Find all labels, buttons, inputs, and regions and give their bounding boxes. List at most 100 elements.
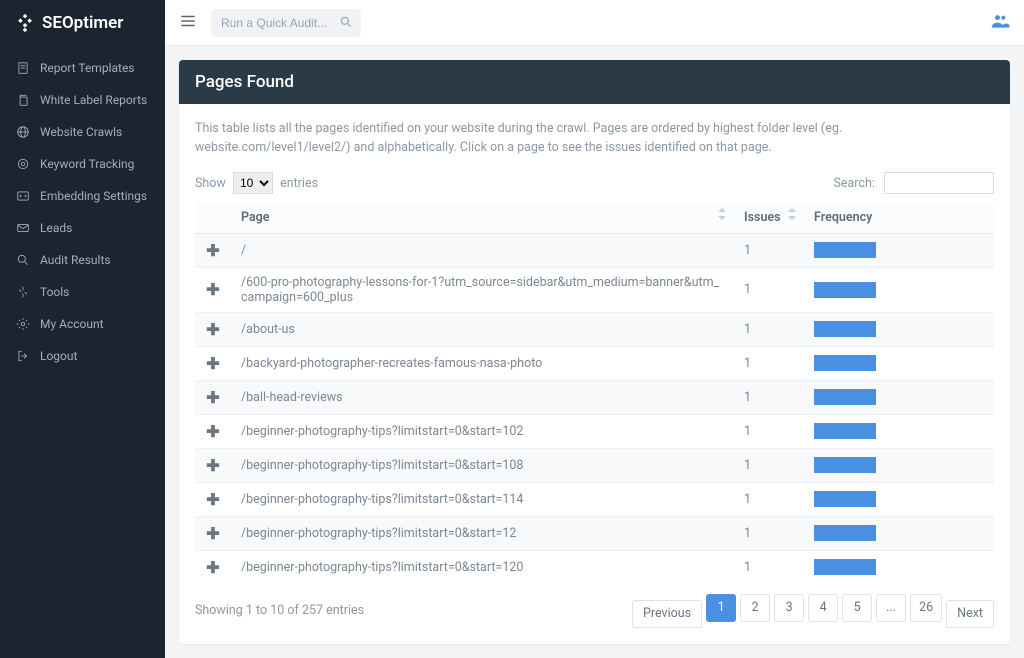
brand-logo: SEOptimer (0, 0, 165, 46)
expand-icon[interactable]: ✚ (195, 482, 231, 516)
pagination-page-4[interactable]: 4 (808, 594, 838, 622)
cell-issues: 1 (734, 448, 804, 482)
table-search-input[interactable] (884, 172, 994, 194)
pagination: Previous12345...26Next (632, 594, 994, 628)
cell-page: /600-pro-photography-lessons-for-1?utm_s… (231, 267, 734, 312)
sidebar-item-label: Tools (40, 285, 69, 299)
sidebar-item-my-account[interactable]: My Account (0, 308, 165, 340)
sidebar-item-label: My Account (40, 317, 104, 331)
cell-frequency (804, 482, 994, 516)
logout-icon (16, 349, 30, 363)
quick-audit-search (211, 9, 361, 37)
col-page[interactable]: Page (231, 202, 734, 234)
sidebar-item-logout[interactable]: Logout (0, 340, 165, 372)
cell-page: /beginner-photography-tips?limitstart=0&… (231, 516, 734, 550)
expand-icon[interactable]: ✚ (195, 312, 231, 346)
logo-icon (14, 12, 36, 34)
table-row[interactable]: ✚/beginner-photography-tips?limitstart=0… (195, 516, 994, 550)
copy-icon (16, 93, 30, 107)
pages-found-panel: Pages Found This table lists all the pag… (179, 60, 1010, 644)
sidebar-item-white-label-reports[interactable]: White Label Reports (0, 84, 165, 116)
cell-page: /ball-head-reviews (231, 380, 734, 414)
cell-page: /beginner-photography-tips?limitstart=0&… (231, 448, 734, 482)
sidebar-item-label: Logout (40, 349, 77, 363)
frequency-bar (814, 491, 876, 507)
pagination-next[interactable]: Next (946, 600, 994, 628)
mail-icon (16, 221, 30, 235)
cell-frequency (804, 448, 994, 482)
embed-icon (16, 189, 30, 203)
sidebar-item-keyword-tracking[interactable]: Keyword Tracking (0, 148, 165, 180)
sidebar-item-website-crawls[interactable]: Website Crawls (0, 116, 165, 148)
expand-icon[interactable]: ✚ (195, 550, 231, 584)
target-icon (16, 157, 30, 171)
panel-title: Pages Found (179, 60, 1010, 104)
sidebar-item-audit-results[interactable]: Audit Results (0, 244, 165, 276)
cell-page: / (231, 233, 734, 267)
cell-page: /beginner-photography-tips?limitstart=0&… (231, 482, 734, 516)
brand-text: SEOptimer (42, 13, 123, 33)
table-info: Showing 1 to 10 of 257 entries (195, 603, 364, 618)
pagination-page-2[interactable]: 2 (740, 594, 770, 622)
table-row[interactable]: ✚/600-pro-photography-lessons-for-1?utm_… (195, 267, 994, 312)
cell-issues: 1 (734, 346, 804, 380)
cell-page: /backyard-photographer-recreates-famous-… (231, 346, 734, 380)
cell-frequency (804, 312, 994, 346)
search-icon (16, 253, 30, 267)
entries-select[interactable]: 10 (233, 172, 273, 194)
sidebar-item-leads[interactable]: Leads (0, 212, 165, 244)
cell-issues: 1 (734, 482, 804, 516)
table-row[interactable]: ✚/beginner-photography-tips?limitstart=0… (195, 482, 994, 516)
frequency-bar (814, 389, 876, 405)
expand-icon[interactable]: ✚ (195, 414, 231, 448)
cell-frequency (804, 346, 994, 380)
table-row[interactable]: ✚/beginner-photography-tips?limitstart=0… (195, 448, 994, 482)
frequency-bar (814, 457, 876, 473)
expand-icon[interactable]: ✚ (195, 516, 231, 550)
pagination-page-3[interactable]: 3 (774, 594, 804, 622)
hamburger-icon[interactable] (179, 12, 197, 34)
pagination-page-1[interactable]: 1 (706, 594, 736, 622)
expand-icon[interactable]: ✚ (195, 267, 231, 312)
frequency-bar (814, 355, 876, 371)
table-row[interactable]: ✚/beginner-photography-tips?limitstart=0… (195, 414, 994, 448)
table-row[interactable]: ✚/beginner-photography-tips?limitstart=0… (195, 550, 994, 584)
expand-icon[interactable]: ✚ (195, 233, 231, 267)
sidebar-nav: Report Templates White Label Reports Websi… (0, 52, 165, 372)
cell-frequency (804, 516, 994, 550)
table-row[interactable]: ✚/about-us1 (195, 312, 994, 346)
sidebar-item-tools[interactable]: Tools (0, 276, 165, 308)
expand-icon[interactable]: ✚ (195, 380, 231, 414)
frequency-bar (814, 525, 876, 541)
sidebar-item-label: Website Crawls (40, 125, 122, 139)
pagination-page-5[interactable]: 5 (842, 594, 872, 622)
pagination-page-...: ... (876, 594, 906, 622)
entries-control: Show 10 entries (195, 172, 318, 194)
table-row[interactable]: ✚/1 (195, 233, 994, 267)
expand-icon[interactable]: ✚ (195, 346, 231, 380)
users-icon[interactable] (990, 11, 1010, 35)
sidebar-item-embedding-settings[interactable]: Embedding Settings (0, 180, 165, 212)
sidebar-item-label: Embedding Settings (40, 189, 147, 203)
sidebar-item-label: Report Templates (40, 61, 135, 75)
cell-page: /beginner-photography-tips?limitstart=0&… (231, 550, 734, 584)
col-issues[interactable]: Issues (734, 202, 804, 234)
table-row[interactable]: ✚/backyard-photographer-recreates-famous… (195, 346, 994, 380)
cell-page: /beginner-photography-tips?limitstart=0&… (231, 414, 734, 448)
cell-frequency (804, 380, 994, 414)
cell-issues: 1 (734, 267, 804, 312)
sidebar-item-report-templates[interactable]: Report Templates (0, 52, 165, 84)
cell-frequency (804, 414, 994, 448)
sidebar: SEOptimer Report Templates White Label Re… (0, 0, 165, 658)
frequency-bar (814, 242, 876, 258)
sidebar-item-label: Audit Results (40, 253, 111, 267)
sidebar-item-label: Leads (40, 221, 72, 235)
expand-icon[interactable]: ✚ (195, 448, 231, 482)
table-row[interactable]: ✚/ball-head-reviews1 (195, 380, 994, 414)
pagination-page-26[interactable]: 26 (910, 594, 942, 622)
panel-description: This table lists all the pages identifie… (195, 120, 994, 158)
doc-icon (16, 61, 30, 75)
cell-page: /about-us (231, 312, 734, 346)
search-icon (339, 15, 353, 33)
pagination-previous[interactable]: Previous (632, 600, 702, 628)
